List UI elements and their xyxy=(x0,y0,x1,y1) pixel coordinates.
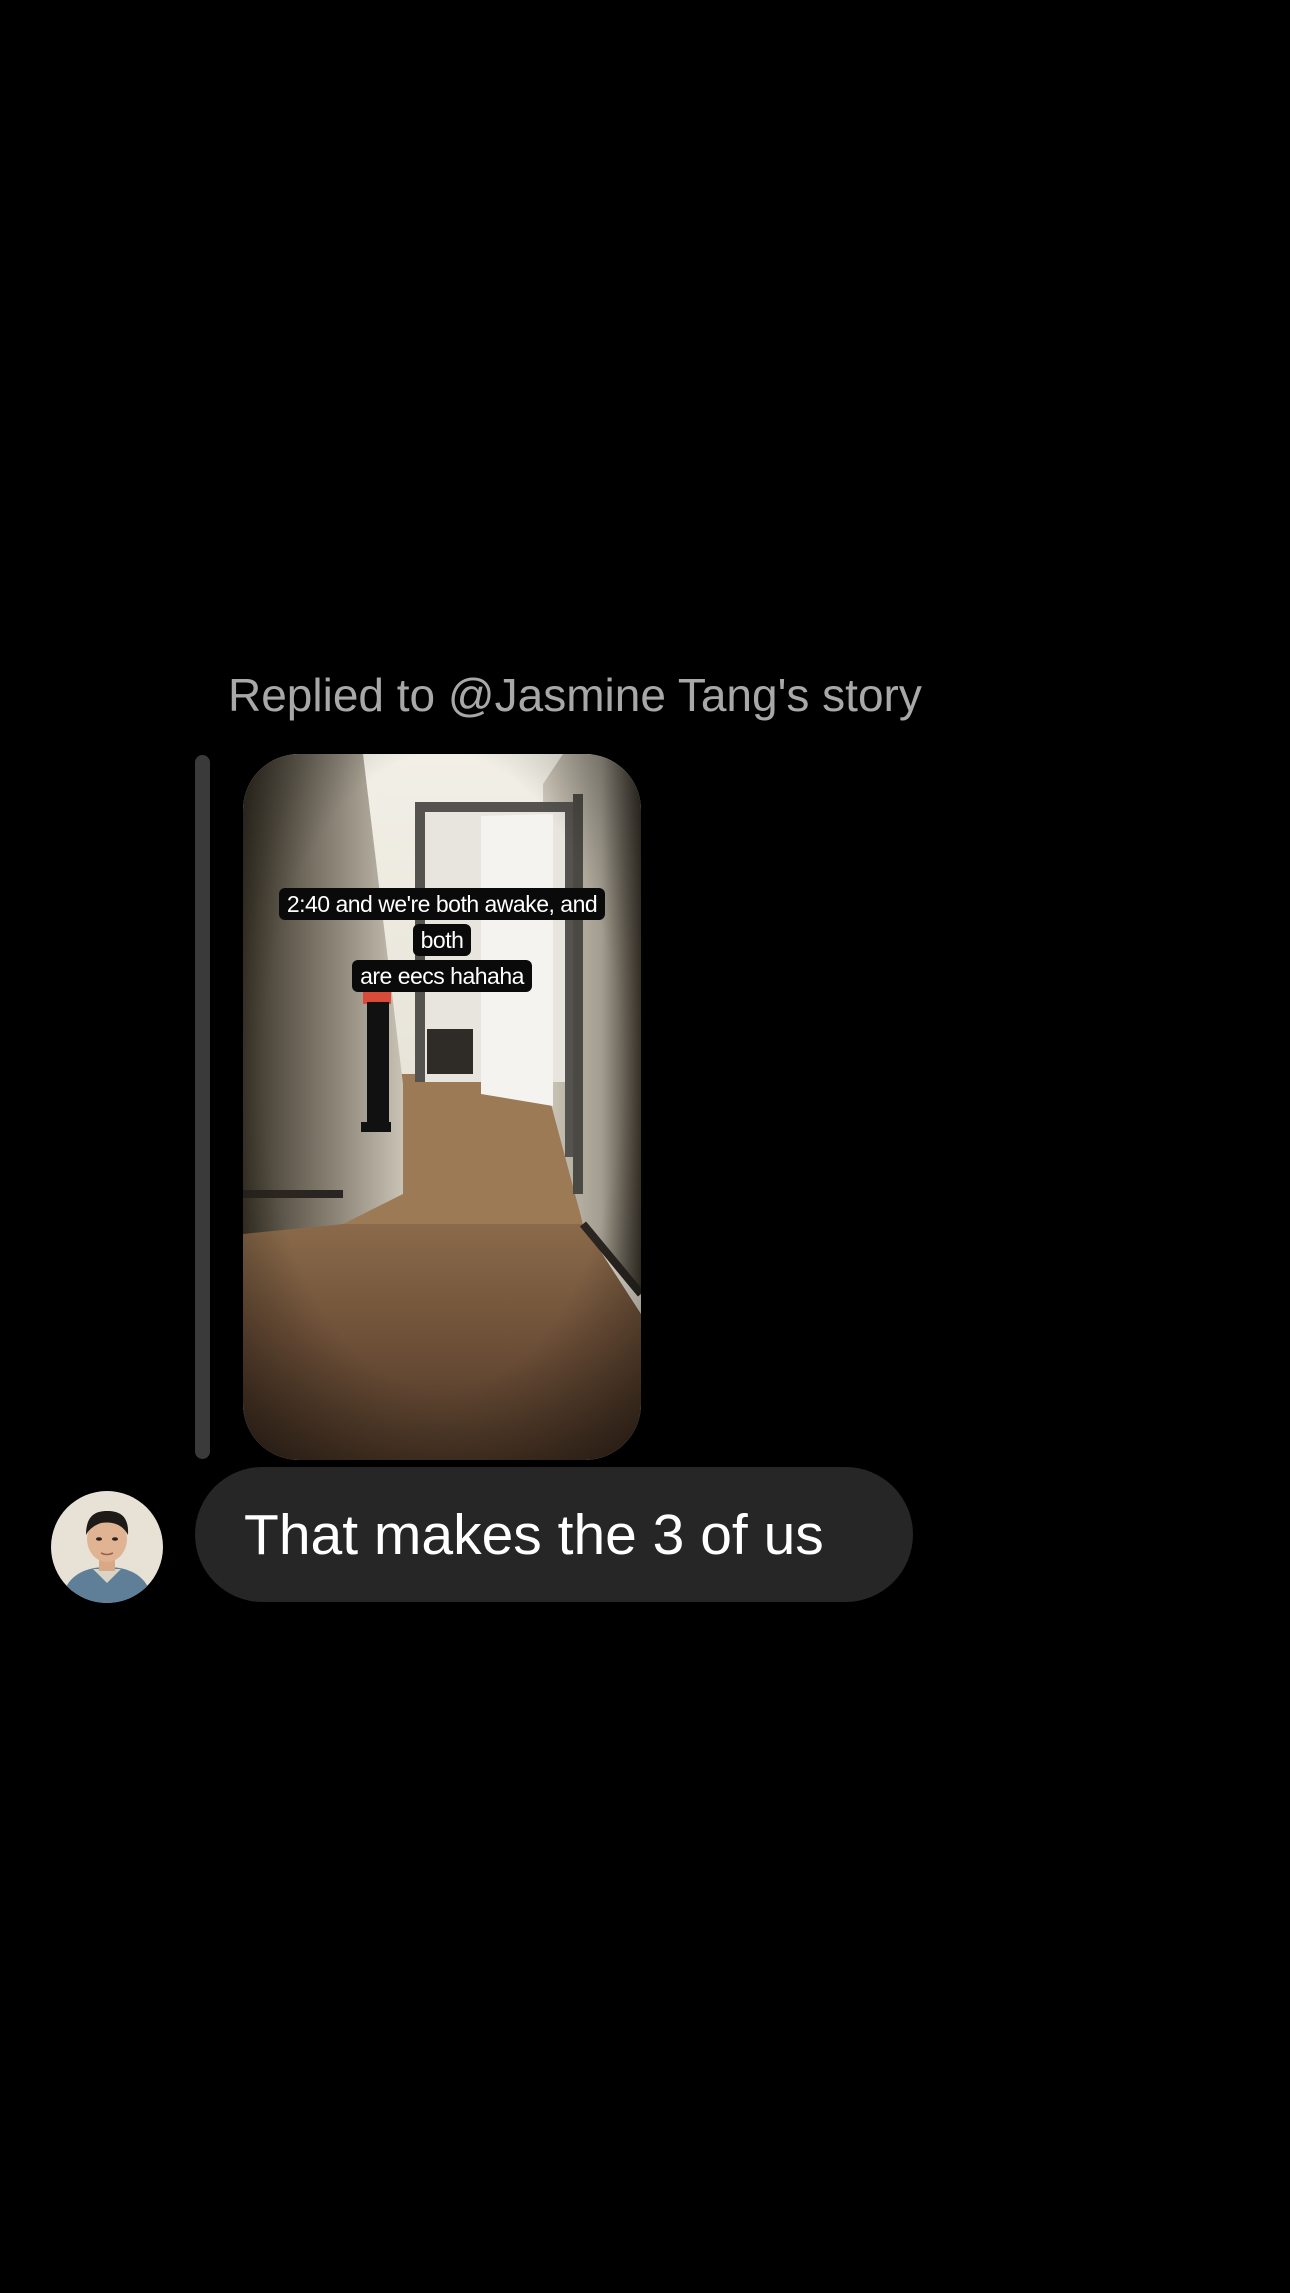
story-image xyxy=(243,754,641,1460)
message-text: That makes the 3 of us xyxy=(244,1502,824,1567)
avatar[interactable] xyxy=(51,1491,163,1603)
profile-photo-icon xyxy=(51,1491,163,1603)
reply-context-label: Replied to @Jasmine Tang's story xyxy=(228,669,922,721)
story-thumbnail[interactable]: 2:40 and we're both awake, and both are … xyxy=(243,754,641,1460)
message-bubble[interactable]: That makes the 3 of us xyxy=(195,1467,913,1602)
story-caption-line-1: 2:40 and we're both awake, and both xyxy=(278,888,606,956)
story-caption: 2:40 and we're both awake, and both are … xyxy=(261,886,623,994)
reply-quote-bar xyxy=(195,755,210,1459)
story-caption-line-2: are eecs hahaha xyxy=(352,960,532,992)
